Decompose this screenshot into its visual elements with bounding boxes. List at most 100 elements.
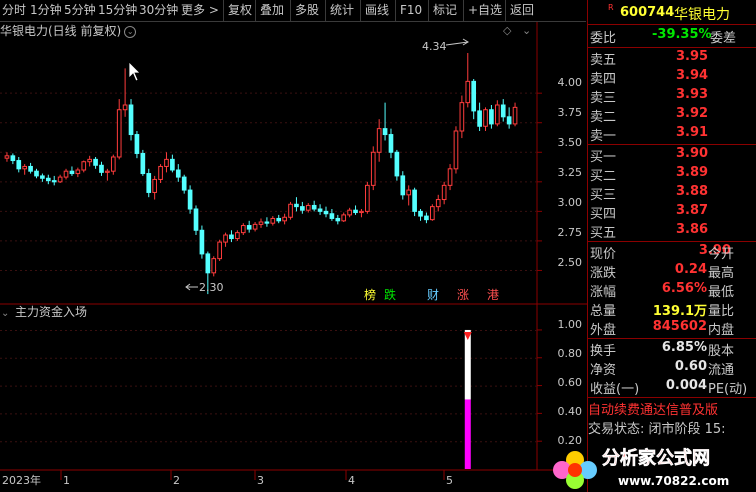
stat-row: 现价 3.90 今开	[588, 243, 756, 262]
watermark-url: www.70822.com	[618, 474, 729, 488]
candle	[382, 102, 388, 141]
time-label: 4	[348, 474, 355, 487]
candle	[175, 164, 181, 182]
ask-row[interactable]: 卖二 3.92	[588, 106, 756, 125]
ask-row[interactable]: 卖五 3.95	[588, 49, 756, 68]
stat-value: 139.1万	[652, 304, 707, 319]
indicator-axis: 1.00 0.80 0.60 0.40 0.20	[558, 318, 583, 447]
candle	[10, 153, 16, 165]
watermark-title: 分析家公式网	[602, 447, 710, 469]
candle	[246, 220, 252, 233]
stock-name: 华银电力	[674, 7, 730, 23]
stat-value: 0.004	[665, 378, 707, 393]
candle	[270, 216, 276, 226]
bid-label: 买一	[590, 150, 617, 165]
divider	[588, 397, 756, 398]
flower-icon	[553, 451, 597, 489]
price-tick: 2.75	[558, 226, 583, 239]
candle	[483, 107, 488, 131]
candle	[57, 174, 63, 183]
ask-label: 卖五	[590, 53, 617, 68]
stat-row: 涨跌 0.24 最高	[588, 262, 756, 281]
candle	[412, 187, 417, 217]
stat-label: 外盘	[590, 323, 617, 338]
stat-row: 涨幅 6.56% 最低	[588, 281, 756, 300]
time-label: 5	[446, 474, 453, 487]
bid-row[interactable]: 买四 3.87	[588, 203, 756, 222]
candle	[223, 232, 228, 247]
candle	[152, 175, 157, 200]
candle	[288, 201, 293, 220]
stat-label-2: 股本	[708, 344, 735, 359]
candle	[447, 164, 453, 191]
divider	[588, 24, 756, 25]
badge-rank[interactable]: 榜	[364, 287, 376, 302]
divider	[588, 338, 756, 339]
ask-row[interactable]: 卖四 3.94	[588, 68, 756, 87]
kline-chart[interactable]: 4.00 3.75 3.50 3.25 3.00 2.75 2.50 4.34 …	[0, 0, 587, 492]
candle	[75, 167, 81, 178]
candle	[164, 152, 169, 173]
candle	[87, 155, 92, 167]
diamond-icon[interactable]: ◇	[503, 24, 512, 37]
bid-row[interactable]: 买一 3.90	[588, 146, 756, 165]
stat-label: 涨幅	[590, 285, 617, 300]
stat-row: 外盘 845602 内盘	[588, 319, 756, 338]
candle	[264, 217, 270, 227]
badge-finance[interactable]: 财	[427, 288, 439, 302]
chevron-down-icon[interactable]: ⌄	[1, 308, 9, 319]
minimize-icon[interactable]: ⌄	[522, 24, 531, 37]
candle	[170, 154, 175, 173]
candle	[229, 230, 234, 243]
ask-row[interactable]: 卖三 3.93	[588, 87, 756, 106]
bid-row[interactable]: 买三 3.88	[588, 184, 756, 203]
candle	[181, 174, 187, 194]
event-badges: 榜 跌 财 涨 港	[364, 287, 499, 302]
notice-link[interactable]: 自动续费通达信普及版	[588, 399, 756, 418]
candle	[99, 161, 104, 176]
badge-fall[interactable]: 跌	[384, 287, 396, 302]
candle	[370, 146, 376, 191]
low-label: 2.30	[199, 281, 224, 294]
candle	[477, 102, 482, 131]
stat-label-2: 今开	[708, 247, 735, 262]
bid-price: 3.90	[676, 146, 709, 161]
candle	[51, 175, 57, 186]
candle	[424, 212, 429, 224]
candle	[276, 214, 282, 224]
watermark-logo: 分析家公式网 www.70822.com	[553, 447, 729, 489]
candle	[110, 154, 116, 175]
price-tick: 3.00	[558, 196, 583, 209]
ask-price: 3.95	[676, 49, 709, 64]
stat-value: 6.56%	[661, 281, 707, 296]
candle	[453, 126, 459, 174]
bid-label: 买二	[590, 169, 617, 184]
candle	[4, 152, 10, 162]
bid-price: 3.88	[676, 184, 709, 199]
indicator-tick: 0.60	[558, 376, 583, 389]
candle	[394, 149, 400, 181]
price-tick: 2.50	[558, 256, 583, 269]
badge-hk[interactable]: 港	[487, 288, 499, 302]
stock-code: 600744	[620, 5, 675, 20]
indicator-title: 主力资金入场	[15, 304, 87, 319]
time-label: 2	[173, 474, 180, 487]
weicha-label: 委差	[710, 31, 737, 46]
candle	[359, 209, 364, 218]
stat-label: 收益(一)	[590, 382, 640, 397]
stat-value: 0.60	[674, 359, 707, 374]
badge-rise[interactable]: 涨	[457, 287, 469, 302]
candle	[22, 164, 28, 175]
indicator-tick: 1.00	[558, 318, 583, 331]
bid-row[interactable]: 买二 3.89	[588, 165, 756, 184]
candle	[187, 185, 193, 214]
candle	[193, 205, 199, 235]
ask-price: 3.91	[676, 125, 709, 140]
ask-row[interactable]: 卖一 3.91	[588, 125, 756, 144]
stat-row: 总量 139.1万 量比	[588, 300, 756, 319]
candle	[240, 223, 246, 235]
candle	[388, 128, 394, 159]
bid-price: 3.89	[676, 165, 709, 180]
time-label: 3	[257, 474, 264, 487]
bid-row[interactable]: 买五 3.86	[588, 222, 756, 241]
